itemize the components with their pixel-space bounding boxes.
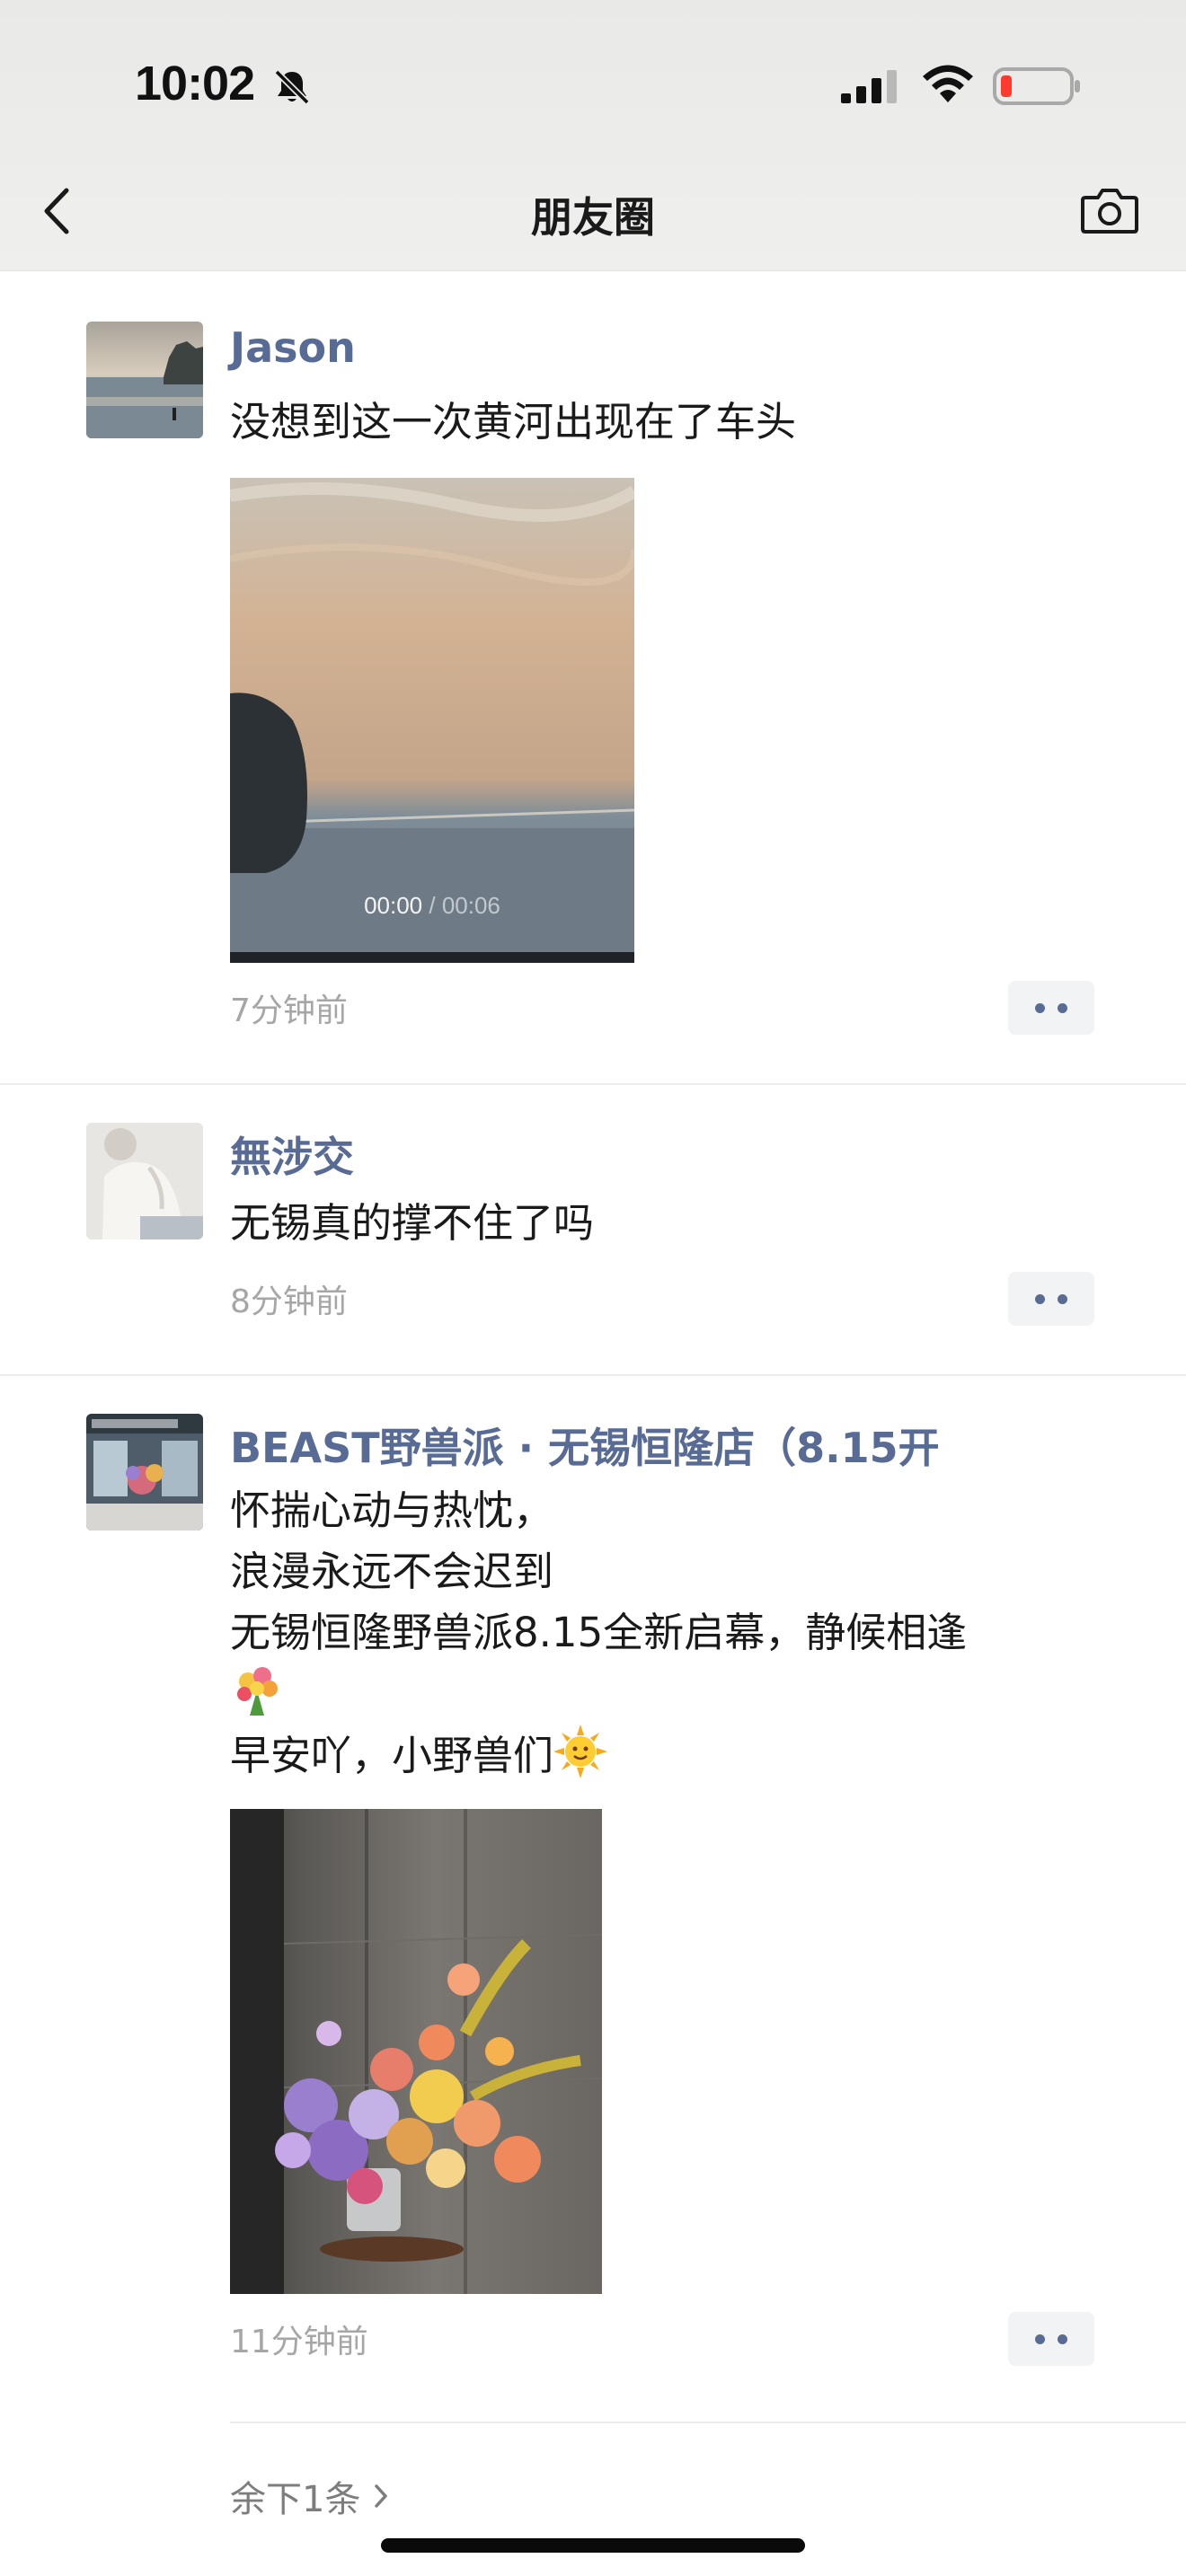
- avatar-image: [86, 1123, 203, 1239]
- status-time: 10:02: [135, 57, 255, 110]
- moments-feed: Jason 没想到这一次黄河出现在了车头 00:00 / 00:06 7分钟前 …: [0, 271, 1186, 2571]
- post-image[interactable]: [230, 1809, 602, 2294]
- avatar[interactable]: [86, 322, 203, 438]
- dot: [1058, 2333, 1067, 2344]
- dot: [1058, 1293, 1067, 1304]
- post-text: 无锡真的撑不住了吗: [230, 1199, 595, 1247]
- post-author-name[interactable]: Jason: [230, 323, 356, 372]
- video-thumbnail[interactable]: 00:00 / 00:06: [230, 478, 634, 963]
- avatar[interactable]: [86, 1123, 203, 1239]
- page-title: 朋友圈: [531, 193, 655, 242]
- moment-post: 無涉交 无锡真的撑不住了吗 8分钟前: [0, 1085, 1186, 1376]
- post-author-name[interactable]: BEAST野兽派 · 无锡恒隆店（8.15开: [230, 1416, 940, 1475]
- more-options-button[interactable]: [1008, 981, 1094, 1035]
- moment-post: BEAST野兽派 · 无锡恒隆店（8.15开 怀揣心动与热忱， 浪漫永远不会迟到…: [0, 1376, 1186, 2571]
- show-remaining-label: 余下1条: [230, 2479, 361, 2520]
- post-text-line: 浪漫永远不会迟到: [230, 1548, 554, 1595]
- post-text: 没想到这一次黄河出现在了车头: [230, 398, 797, 446]
- flower-arrangement-photo: [230, 1809, 602, 2294]
- more-options-button[interactable]: [1008, 2312, 1094, 2366]
- bell-slash-icon: [274, 69, 310, 105]
- sun-with-face-emoji: [553, 1725, 608, 1778]
- moment-post: Jason 没想到这一次黄河出现在了车头 00:00 / 00:06 7分钟前: [0, 271, 1186, 1085]
- camera-icon[interactable]: [1080, 185, 1139, 235]
- dot: [1035, 1002, 1045, 1013]
- wifi-icon: [923, 65, 973, 102]
- dot: [1035, 2333, 1045, 2344]
- video-duration: 00:06: [441, 892, 500, 919]
- post-text-line: 无锡恒隆野兽派8.15全新启幕，静候相逢: [230, 1609, 968, 1656]
- post-text-block: 怀揣心动与热忱， 浪漫永远不会迟到 无锡恒隆野兽派8.15全新启幕，静候相逢 早…: [230, 1480, 967, 1786]
- post-text-line: 早安吖，小野兽们: [230, 1732, 554, 1779]
- avatar[interactable]: [86, 1414, 203, 1531]
- dot: [1035, 1293, 1045, 1304]
- top-bar: 10:02 朋友圈: [0, 0, 1186, 271]
- home-indicator[interactable]: [381, 2538, 805, 2553]
- post-text-line: [230, 1663, 967, 1725]
- video-timestamp: 00:00 / 00:06: [230, 892, 634, 920]
- battery-low-icon: [993, 67, 1080, 105]
- bouquet-emoji: [237, 1667, 278, 1716]
- video-time-separator: /: [422, 892, 442, 919]
- divider: [230, 2422, 1186, 2423]
- more-options-button[interactable]: [1008, 1272, 1094, 1326]
- post-time: 11分钟前: [230, 2324, 368, 2360]
- post-text-line: 怀揣心动与热忱，: [230, 1486, 554, 1534]
- avatar-image: [86, 1414, 203, 1531]
- show-remaining-button[interactable]: 余下1条: [230, 2470, 391, 2522]
- post-author-name[interactable]: 無涉交: [230, 1125, 354, 1184]
- post-text-line: 早安吖，小野兽们: [230, 1725, 967, 1786]
- avatar-image: [86, 322, 203, 438]
- post-time: 8分钟前: [230, 1284, 348, 1320]
- post-time: 7分钟前: [230, 992, 348, 1029]
- dot: [1058, 1002, 1067, 1013]
- chevron-right-icon: [375, 2484, 388, 2508]
- cellular-signal-icon: [841, 70, 897, 103]
- video-current-time: 00:00: [364, 892, 423, 919]
- video-frame: [230, 478, 634, 963]
